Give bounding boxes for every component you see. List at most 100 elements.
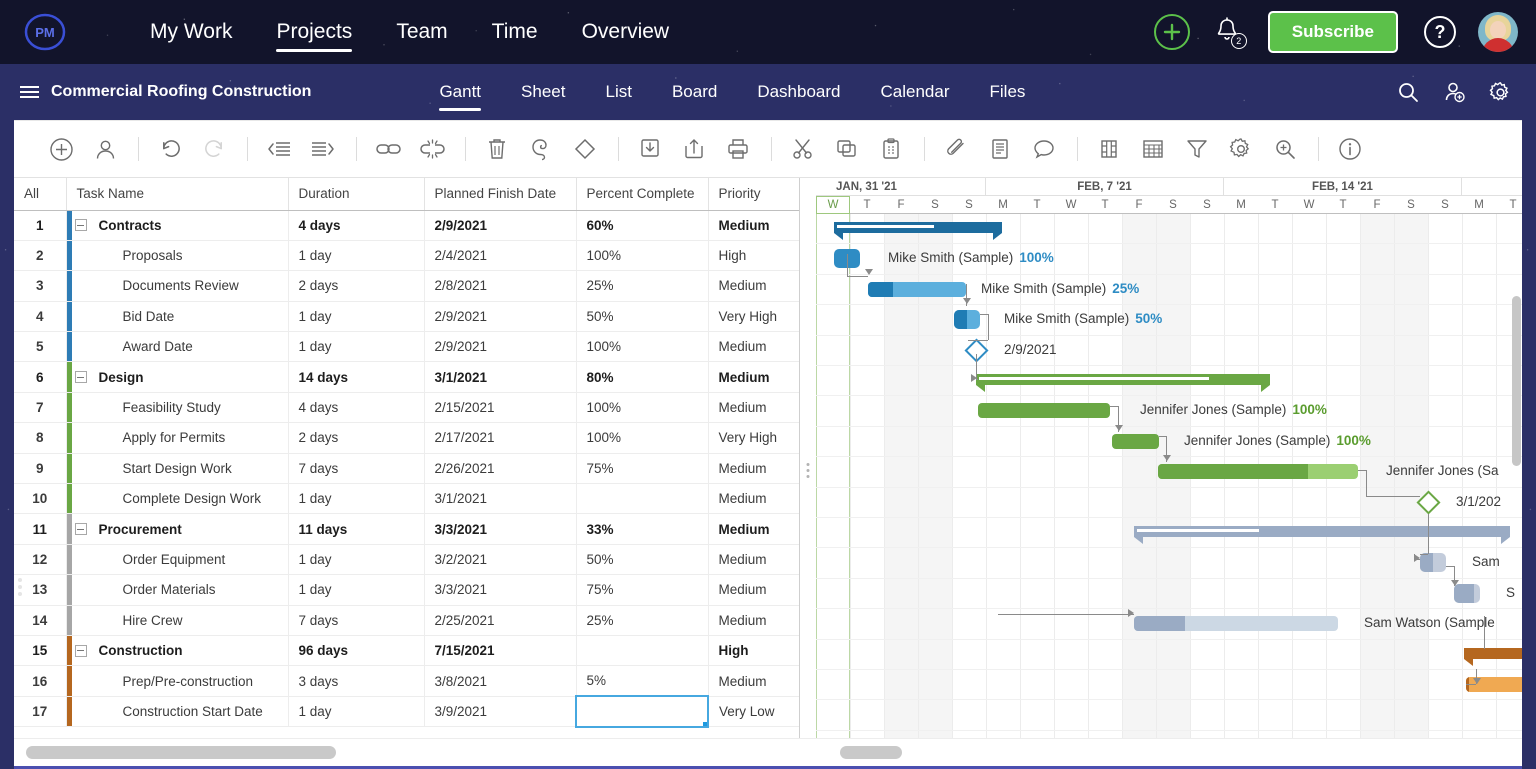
tab-board[interactable]: Board <box>652 64 737 120</box>
hamburger-menu-icon[interactable] <box>20 86 39 98</box>
summary-bar[interactable] <box>834 222 1002 240</box>
priority-cell[interactable]: Medium <box>708 392 799 424</box>
gantt-vertical-scrollbar[interactable] <box>1512 216 1521 736</box>
percent-complete-cell[interactable]: 33% <box>576 513 709 545</box>
duration-cell[interactable]: 7 days <box>288 605 425 636</box>
grid-icon[interactable] <box>1136 132 1170 166</box>
planned-finish-date-cell[interactable]: 2/9/2021 <box>424 210 577 241</box>
task-bar[interactable] <box>1112 433 1159 449</box>
percent-complete-cell[interactable]: 100% <box>576 392 709 424</box>
percent-complete-cell[interactable]: 100% <box>576 422 709 454</box>
row-number-cell[interactable]: 4 <box>14 301 67 333</box>
task-name-cell[interactable]: Design <box>66 361 289 393</box>
task-bar[interactable] <box>1158 464 1358 480</box>
priority-cell[interactable]: High <box>708 635 799 667</box>
gantt-bars-area[interactable]: Mike Smith (Sample) 100% Mike Smith (Sampl… <box>816 214 1522 738</box>
table-row[interactable]: 1 Contracts 4 days 2/9/2021 60% Medium <box>14 210 799 241</box>
task-bar[interactable] <box>868 281 966 297</box>
export-icon[interactable] <box>677 132 711 166</box>
percent-complete-cell[interactable] <box>576 635 709 667</box>
planned-finish-date-cell[interactable]: 2/15/2021 <box>424 392 577 424</box>
zoom-icon[interactable] <box>1268 132 1302 166</box>
priority-cell[interactable]: Medium <box>708 270 799 302</box>
column-header-percent-complete[interactable]: Percent Complete <box>576 178 709 211</box>
copy-icon[interactable] <box>830 132 864 166</box>
planned-finish-date-cell[interactable]: 3/2/2021 <box>424 544 577 576</box>
duration-cell[interactable]: 4 days <box>288 392 425 424</box>
table-row[interactable]: 14 Hire Crew 7 days 2/25/2021 25% Medium <box>14 605 799 636</box>
priority-cell[interactable]: Medium <box>708 361 799 393</box>
table-row[interactable]: 7 Feasibility Study 4 days 2/15/2021 100% Med… <box>14 392 799 424</box>
priority-cell[interactable]: Very High <box>708 301 799 333</box>
priority-cell[interactable]: Very High <box>708 422 799 454</box>
filter-icon[interactable] <box>1180 132 1214 166</box>
duration-cell[interactable]: 1 day <box>288 240 425 272</box>
duration-cell[interactable]: 3 days <box>288 665 425 697</box>
column-header-duration[interactable]: Duration <box>288 178 425 211</box>
percent-complete-cell[interactable] <box>576 483 709 515</box>
print-icon[interactable] <box>721 132 755 166</box>
percent-complete-cell[interactable]: 5% <box>576 665 709 697</box>
grid-horizontal-scrollbar[interactable] <box>14 739 800 767</box>
row-number-cell[interactable]: 6 <box>14 361 67 393</box>
percent-complete-cell[interactable]: 80% <box>576 361 709 393</box>
gear-icon[interactable] <box>1488 80 1512 104</box>
nav-link-overview[interactable]: Overview <box>560 0 692 64</box>
task-name-cell[interactable]: Order Materials <box>66 574 289 606</box>
task-name-cell[interactable]: Order Equipment <box>66 544 289 576</box>
task-bar[interactable] <box>1454 583 1480 603</box>
planned-finish-date-cell[interactable]: 3/1/2021 <box>424 483 577 515</box>
table-row[interactable]: 16 Prep/Pre-construction 3 days 3/8/2021 5% M… <box>14 665 799 697</box>
percent-complete-cell[interactable]: 75% <box>576 574 709 606</box>
task-name-cell[interactable]: Documents Review <box>66 270 289 302</box>
row-number-cell[interactable]: 2 <box>14 240 67 272</box>
table-row[interactable]: 9 Start Design Work 7 days 2/26/2021 75% Medi… <box>14 453 799 485</box>
table-row[interactable]: 6 Design 14 days 3/1/2021 80% Medium <box>14 361 799 393</box>
planned-finish-date-cell[interactable]: 2/9/2021 <box>424 331 577 363</box>
task-name-cell[interactable]: Construction <box>66 635 289 667</box>
column-header-planned-finish-date[interactable]: Planned Finish Date <box>424 178 577 211</box>
planned-finish-date-cell[interactable]: 3/8/2021 <box>424 665 577 697</box>
table-row[interactable]: 4 Bid Date 1 day 2/9/2021 50% Very High <box>14 301 799 333</box>
priority-cell[interactable]: Medium <box>708 210 799 241</box>
row-number-cell[interactable]: 15 <box>14 635 67 667</box>
collapse-expand-icon[interactable] <box>74 523 87 536</box>
indent-icon[interactable] <box>306 132 340 166</box>
percent-complete-cell[interactable]: 100% <box>576 240 709 272</box>
duration-cell[interactable]: 11 days <box>288 513 425 545</box>
collapse-expand-icon[interactable] <box>74 219 87 232</box>
attach-icon[interactable] <box>939 132 973 166</box>
task-bar[interactable] <box>1134 616 1338 632</box>
add-user-icon[interactable] <box>1442 80 1466 104</box>
planned-finish-date-cell[interactable]: 3/1/2021 <box>424 361 577 393</box>
table-row[interactable]: 11 Procurement 11 days 3/3/2021 33% Medium <box>14 513 799 545</box>
milestone-icon[interactable] <box>568 132 602 166</box>
planned-finish-date-cell[interactable]: 2/17/2021 <box>424 422 577 454</box>
priority-cell[interactable]: Medium <box>708 544 799 576</box>
tab-gantt[interactable]: Gantt <box>419 64 501 120</box>
task-bar[interactable] <box>954 310 980 330</box>
highlight-icon[interactable] <box>524 132 558 166</box>
notes-icon[interactable] <box>983 132 1017 166</box>
left-panel-resize-handle[interactable] <box>18 578 22 596</box>
duration-cell[interactable]: 2 days <box>288 270 425 302</box>
paste-icon[interactable] <box>874 132 908 166</box>
row-number-cell[interactable]: 5 <box>14 331 67 363</box>
row-number-cell[interactable]: 14 <box>14 605 67 636</box>
table-row[interactable]: 5 Award Date 1 day 2/9/2021 100% Medium <box>14 331 799 363</box>
summary-bar[interactable] <box>976 374 1270 392</box>
outdent-icon[interactable] <box>262 132 296 166</box>
table-row[interactable]: 13 Order Materials 1 day 3/3/2021 75% Medium <box>14 574 799 606</box>
priority-cell[interactable]: Medium <box>708 331 799 363</box>
notification-bell-icon[interactable]: 2 <box>1214 16 1247 49</box>
link-tasks-icon[interactable] <box>371 132 405 166</box>
duration-cell[interactable]: 7 days <box>288 453 425 485</box>
task-bar[interactable] <box>1420 553 1446 573</box>
priority-cell[interactable]: Medium <box>708 483 799 515</box>
task-name-cell[interactable]: Proposals <box>66 240 289 272</box>
table-row[interactable]: 8 Apply for Permits 2 days 2/17/2021 100% Ver… <box>14 422 799 454</box>
nav-link-time[interactable]: Time <box>470 0 560 64</box>
task-name-cell[interactable]: Contracts <box>66 210 289 241</box>
percent-complete-cell[interactable]: 50% <box>576 544 709 576</box>
priority-cell[interactable]: Medium <box>708 665 799 697</box>
